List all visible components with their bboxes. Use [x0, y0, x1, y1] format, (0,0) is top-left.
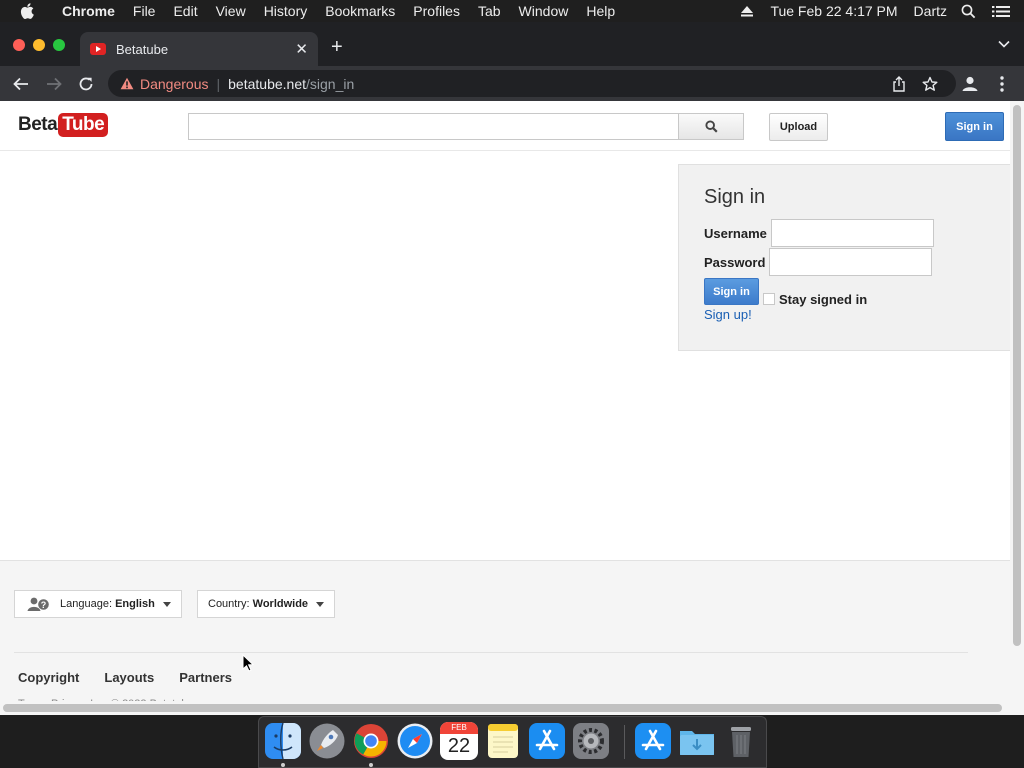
finder-icon[interactable] [264, 722, 302, 760]
back-arrow-icon[interactable] [12, 75, 30, 93]
tab-title: Betatube [116, 41, 169, 57]
spotlight-search-icon[interactable] [961, 4, 976, 19]
reload-icon[interactable] [77, 75, 95, 93]
calendar-month: FEB [440, 722, 478, 734]
mouse-pointer-icon [242, 654, 254, 672]
menu-help[interactable]: Help [586, 3, 615, 19]
notes-icon[interactable] [484, 722, 522, 760]
site-search-input[interactable] [188, 113, 679, 140]
page-viewport: Beta Tube Upload Sign in Sign in Username… [0, 101, 1024, 715]
sign-in-panel: Sign in Username Password Sign in Stay s… [678, 164, 1010, 351]
sign-up-link[interactable]: Sign up! [704, 307, 752, 322]
macos-dock: FEB 22 [258, 716, 767, 768]
site-search-button[interactable] [678, 113, 744, 140]
username-label: Username [704, 226, 767, 241]
menubar-clock[interactable]: Tue Feb 22 4:17 PM [770, 3, 897, 19]
downloads-folder-icon[interactable] [678, 722, 716, 760]
menu-app-name[interactable]: Chrome [62, 3, 115, 19]
chrome-running-indicator [369, 763, 373, 767]
username-field[interactable] [771, 219, 934, 247]
menu-bookmarks[interactable]: Bookmarks [325, 3, 395, 19]
language-value: English [115, 598, 155, 610]
horizontal-scrollbar-thumb[interactable] [3, 704, 1002, 712]
header-divider [0, 150, 1010, 151]
forward-arrow-icon[interactable] [45, 75, 63, 93]
horizontal-scrollbar[interactable] [0, 701, 1010, 715]
logo-tube-text: Tube [58, 113, 109, 137]
safari-icon[interactable] [396, 722, 434, 760]
tab-close-icon[interactable]: ✕ [295, 40, 308, 58]
vertical-scrollbar[interactable] [1010, 101, 1024, 715]
footer-links: Copyright Layouts Partners [18, 670, 257, 685]
eject-icon[interactable] [740, 5, 754, 17]
browser-tab-betatube[interactable]: Betatube ✕ [80, 32, 318, 66]
svg-text:?: ? [41, 600, 47, 610]
footer-link-partners[interactable]: Partners [179, 670, 232, 685]
calendar-day: 22 [447, 735, 471, 757]
vertical-scrollbar-thumb[interactable] [1013, 105, 1021, 646]
country-dropdown-arrow-icon [316, 601, 325, 607]
menu-window[interactable]: Window [519, 3, 569, 19]
stay-signed-in-checkbox[interactable] [763, 293, 775, 305]
country-picker[interactable]: Country: Worldwide [197, 590, 335, 618]
language-dropdown-arrow-icon [162, 601, 171, 607]
profile-avatar-icon[interactable] [960, 74, 980, 94]
footer-link-layouts[interactable]: Layouts [104, 670, 154, 685]
launchpad-icon[interactable] [308, 722, 346, 760]
stay-signed-in-label[interactable]: Stay signed in [779, 292, 867, 307]
sign-in-submit-button[interactable]: Sign in [704, 278, 759, 305]
warning-triangle-icon[interactable] [120, 77, 134, 90]
macos-menu-bar: Chrome File Edit View History Bookmarks … [0, 0, 1024, 22]
sign-in-title: Sign in [704, 186, 766, 208]
language-picker[interactable]: ? Language: English [14, 590, 182, 618]
finder-running-indicator [281, 763, 285, 767]
zoom-window-button[interactable] [53, 39, 65, 51]
language-prefix: Language: [60, 598, 112, 610]
google-chrome-icon[interactable] [352, 722, 390, 760]
menu-history[interactable]: History [264, 3, 308, 19]
footer-divider [14, 652, 968, 653]
site-footer: ? Language: English Country: Worldwide C… [0, 560, 1010, 715]
betatube-page: Beta Tube Upload Sign in Sign in Username… [0, 101, 1010, 715]
header-sign-in-button[interactable]: Sign in [945, 112, 1004, 141]
control-center-icon[interactable] [992, 5, 1010, 18]
upload-button[interactable]: Upload [769, 113, 828, 141]
chrome-menu-icon[interactable] [999, 75, 1005, 93]
betatube-logo[interactable]: Beta Tube [18, 111, 109, 139]
betatube-favicon-icon [90, 43, 106, 55]
logo-beta-text: Beta [18, 114, 58, 135]
menu-tab[interactable]: Tab [478, 3, 501, 19]
url-path: /sign_in [306, 75, 355, 92]
menubar-user[interactable]: Dartz [914, 3, 947, 19]
security-status-label[interactable]: Dangerous [140, 76, 209, 92]
footer-link-copyright[interactable]: Copyright [18, 670, 79, 685]
password-label: Password [704, 255, 766, 270]
tab-search-chevron-icon[interactable] [998, 40, 1010, 48]
menu-file[interactable]: File [133, 3, 156, 19]
calendar-icon[interactable]: FEB 22 [440, 722, 478, 760]
search-icon [704, 120, 718, 133]
browser-toolbar: Dangerous | betatube.net/sign_in [0, 66, 1024, 101]
app-store-icon[interactable] [528, 722, 566, 760]
language-people-icon: ? [27, 597, 49, 611]
omnibox-divider: | [216, 75, 221, 92]
close-window-button[interactable] [13, 39, 25, 51]
share-icon[interactable] [892, 76, 906, 92]
menu-view[interactable]: View [216, 3, 246, 19]
dock-divider [624, 725, 625, 759]
new-tab-button[interactable]: + [331, 36, 343, 59]
country-prefix: Country: [208, 598, 250, 610]
address-bar[interactable]: Dangerous | betatube.net/sign_in [108, 70, 956, 97]
apple-icon[interactable] [20, 3, 34, 19]
url-host: betatube.net [228, 75, 306, 92]
menu-edit[interactable]: Edit [173, 3, 197, 19]
trash-icon[interactable] [722, 722, 760, 760]
app-store-utility-icon[interactable] [634, 722, 672, 760]
system-preferences-gear-icon[interactable] [572, 722, 610, 760]
password-field[interactable] [769, 248, 932, 276]
minimize-window-button[interactable] [33, 39, 45, 51]
bookmark-star-icon[interactable] [922, 76, 938, 92]
country-value: Worldwide [252, 598, 309, 610]
menu-profiles[interactable]: Profiles [413, 3, 460, 19]
